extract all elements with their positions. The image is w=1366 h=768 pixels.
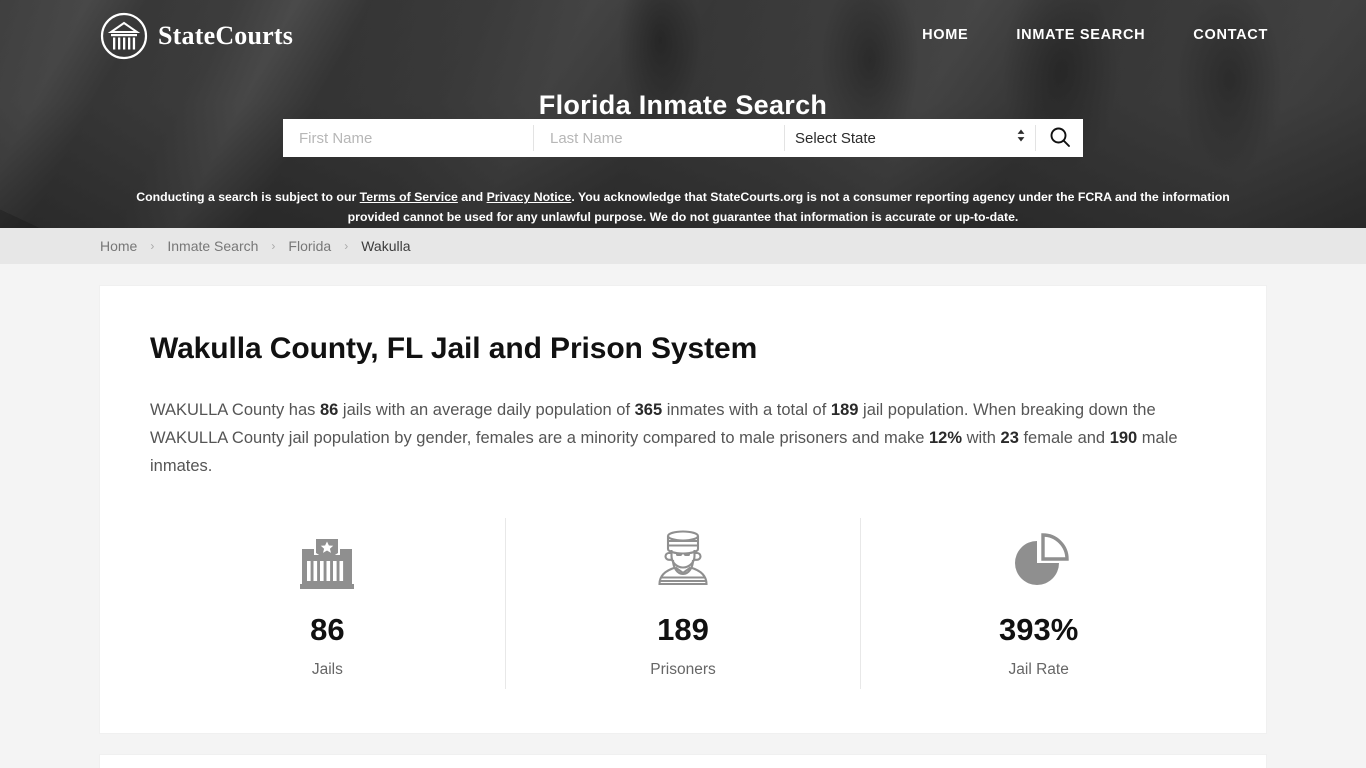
first-name-input[interactable] [283, 119, 533, 157]
search-disclaimer: Conducting a search is subject to our Te… [135, 187, 1231, 227]
stat-female-count-inline: 23 [1000, 429, 1019, 447]
breadcrumb-item-wakulla: Wakulla [361, 238, 411, 254]
stat-adp-inline: 365 [634, 401, 663, 419]
courthouse-circle-icon [100, 12, 148, 60]
breadcrumb: Home › Inmate Search › Florida › Wakulla [0, 228, 1366, 264]
nav-item-contact[interactable]: CONTACT [1193, 27, 1268, 43]
stat-jails-value: 86 [310, 612, 345, 647]
stat-jail-rate-value: 393% [999, 612, 1079, 647]
breadcrumb-separator-3: › [344, 239, 349, 253]
disclaimer-text-1: Conducting a search is subject to our [136, 190, 360, 205]
page-title: Wakulla County, FL Jail and Prison Syste… [150, 332, 758, 365]
next-section-card [100, 755, 1266, 768]
county-summary-paragraph: WAKULLA County has 86 jails with an aver… [150, 396, 1216, 480]
nav-item-home[interactable]: HOME [922, 27, 968, 43]
stat-prisoners-value: 189 [657, 612, 709, 647]
stat-jails-label: Jails [311, 661, 343, 678]
search-icon [1048, 125, 1072, 152]
inmate-search-form: Select StateAlabamaAlaskaArizonaArkansas… [283, 119, 1083, 157]
breadcrumb-separator-1: › [150, 239, 155, 253]
terms-of-service-link[interactable]: Terms of Service [360, 190, 458, 204]
hero-title: Florida Inmate Search [538, 90, 828, 121]
summary-text-2: jails with an average daily population o… [338, 401, 635, 419]
breadcrumb-item-florida[interactable]: Florida [288, 238, 331, 254]
hero-header: StateCourts HOME INMATE SEARCH CONTACT F… [0, 0, 1366, 228]
last-name-input[interactable] [534, 119, 784, 157]
breadcrumb-item-inmate-search[interactable]: Inmate Search [167, 238, 258, 254]
stat-female-pct-inline: 12% [928, 429, 962, 447]
page-content: Wakulla County, FL Jail and Prison Syste… [0, 264, 1366, 768]
summary-text-1: WAKULLA County has [150, 401, 320, 419]
stat-total-inline: 189 [830, 401, 859, 419]
state-select[interactable]: Select StateAlabamaAlaskaArizonaArkansas… [785, 119, 1035, 157]
stats-row: 86 Jails 189 Prisoners 393% Jail Rate [150, 518, 1216, 689]
logo-text: StateCourts [158, 21, 294, 50]
county-overview-card: Wakulla County, FL Jail and Prison Syste… [100, 286, 1266, 733]
stat-prisoners-label: Prisoners [650, 661, 716, 678]
search-submit-button[interactable] [1035, 125, 1083, 151]
prisoner-icon [506, 526, 861, 592]
breadcrumb-separator-2: › [271, 239, 276, 253]
disclaimer-text-2: and [457, 190, 487, 205]
jail-building-icon [150, 526, 505, 592]
breadcrumb-item-home[interactable]: Home [100, 238, 137, 254]
summary-text-6: female and [1018, 429, 1110, 447]
summary-text-3: inmates with a total of [662, 401, 831, 419]
nav-item-inmate-search[interactable]: INMATE SEARCH [1016, 27, 1145, 43]
pie-chart-icon [861, 526, 1216, 592]
site-logo[interactable]: StateCourts [100, 12, 293, 60]
stat-jails-inline: 86 [319, 401, 339, 419]
stat-jail-rate: 393% Jail Rate [860, 518, 1216, 689]
stat-male-count-inline: 190 [1109, 429, 1138, 447]
stat-jails: 86 Jails [150, 518, 505, 689]
state-select-wrapper: Select StateAlabamaAlaskaArizonaArkansas… [785, 119, 1035, 157]
main-navigation: HOME INMATE SEARCH CONTACT [922, 27, 1268, 43]
summary-text-5: with [962, 429, 1001, 447]
stat-jail-rate-label: Jail Rate [1008, 661, 1069, 678]
privacy-notice-link[interactable]: Privacy Notice [487, 190, 572, 204]
stat-prisoners: 189 Prisoners [504, 518, 861, 689]
